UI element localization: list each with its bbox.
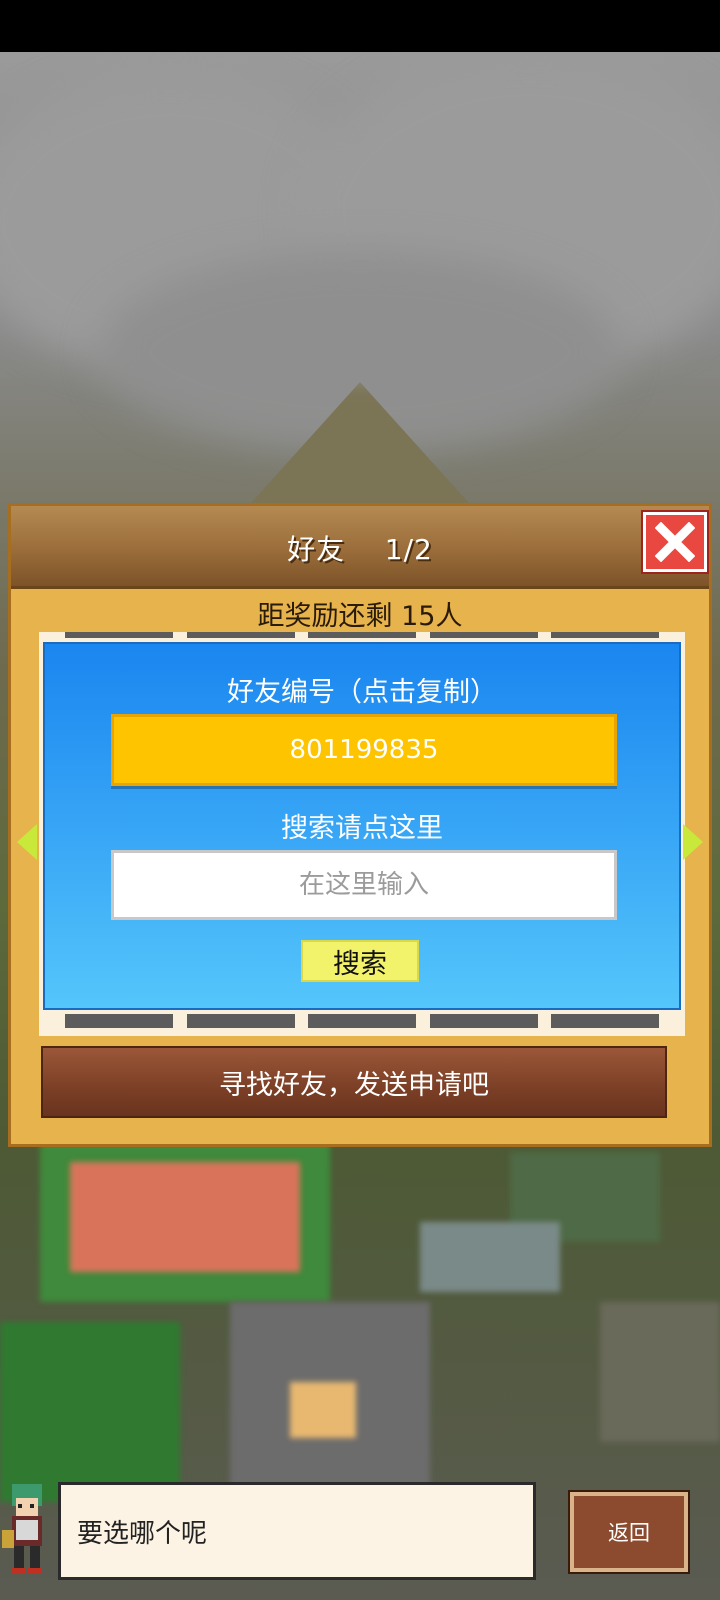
dialog-title: 好友 1/2 bbox=[11, 528, 709, 568]
send-request-text: 寻找好友，发送申请吧 bbox=[219, 1069, 489, 1101]
send-request-banner[interactable]: 寻找好友，发送申请吧 bbox=[41, 1046, 667, 1118]
friends-dialog: 好友 1/2 距奖励还剩 15人 好友编号（点击复制） 801199835 搜索… bbox=[8, 503, 712, 1147]
friend-id-copy-button[interactable]: 801199835 bbox=[111, 714, 617, 786]
close-button[interactable] bbox=[643, 512, 707, 572]
arrow-left-icon[interactable] bbox=[17, 824, 37, 860]
status-bar bbox=[0, 0, 720, 52]
page-indicator: 1/2 bbox=[384, 533, 433, 566]
dialog-header: 好友 1/2 bbox=[11, 506, 709, 589]
speech-box: 要选哪个呢 bbox=[58, 1482, 536, 1580]
search-input[interactable] bbox=[111, 850, 617, 920]
arrow-right-icon[interactable] bbox=[683, 824, 703, 860]
back-button-label: 返回 bbox=[608, 1521, 650, 1545]
avatar bbox=[2, 1480, 58, 1580]
search-button-label: 搜索 bbox=[333, 948, 387, 980]
speech-text: 要选哪个呢 bbox=[77, 1519, 208, 1549]
friend-panel-frame: 好友编号（点击复制） 801199835 搜索请点这里 搜索 bbox=[39, 632, 685, 1036]
top-tab-strip bbox=[65, 632, 659, 638]
back-button[interactable]: 返回 bbox=[570, 1492, 688, 1572]
friend-id-panel: 好友编号（点击复制） 801199835 搜索请点这里 搜索 bbox=[43, 642, 681, 1010]
friend-id-label: 好友编号（点击复制） bbox=[227, 677, 497, 708]
bottom-tab-strip bbox=[65, 1014, 659, 1028]
search-button[interactable]: 搜索 bbox=[301, 940, 419, 982]
character-avatar-icon bbox=[2, 1484, 42, 1574]
friend-id-value: 801199835 bbox=[289, 735, 439, 765]
search-label: 搜索请点这里 bbox=[281, 813, 443, 844]
dialog-title-text: 好友 bbox=[287, 533, 346, 566]
close-icon bbox=[655, 522, 695, 562]
reward-remaining-text: 距奖励还剩 15人 bbox=[257, 601, 463, 632]
